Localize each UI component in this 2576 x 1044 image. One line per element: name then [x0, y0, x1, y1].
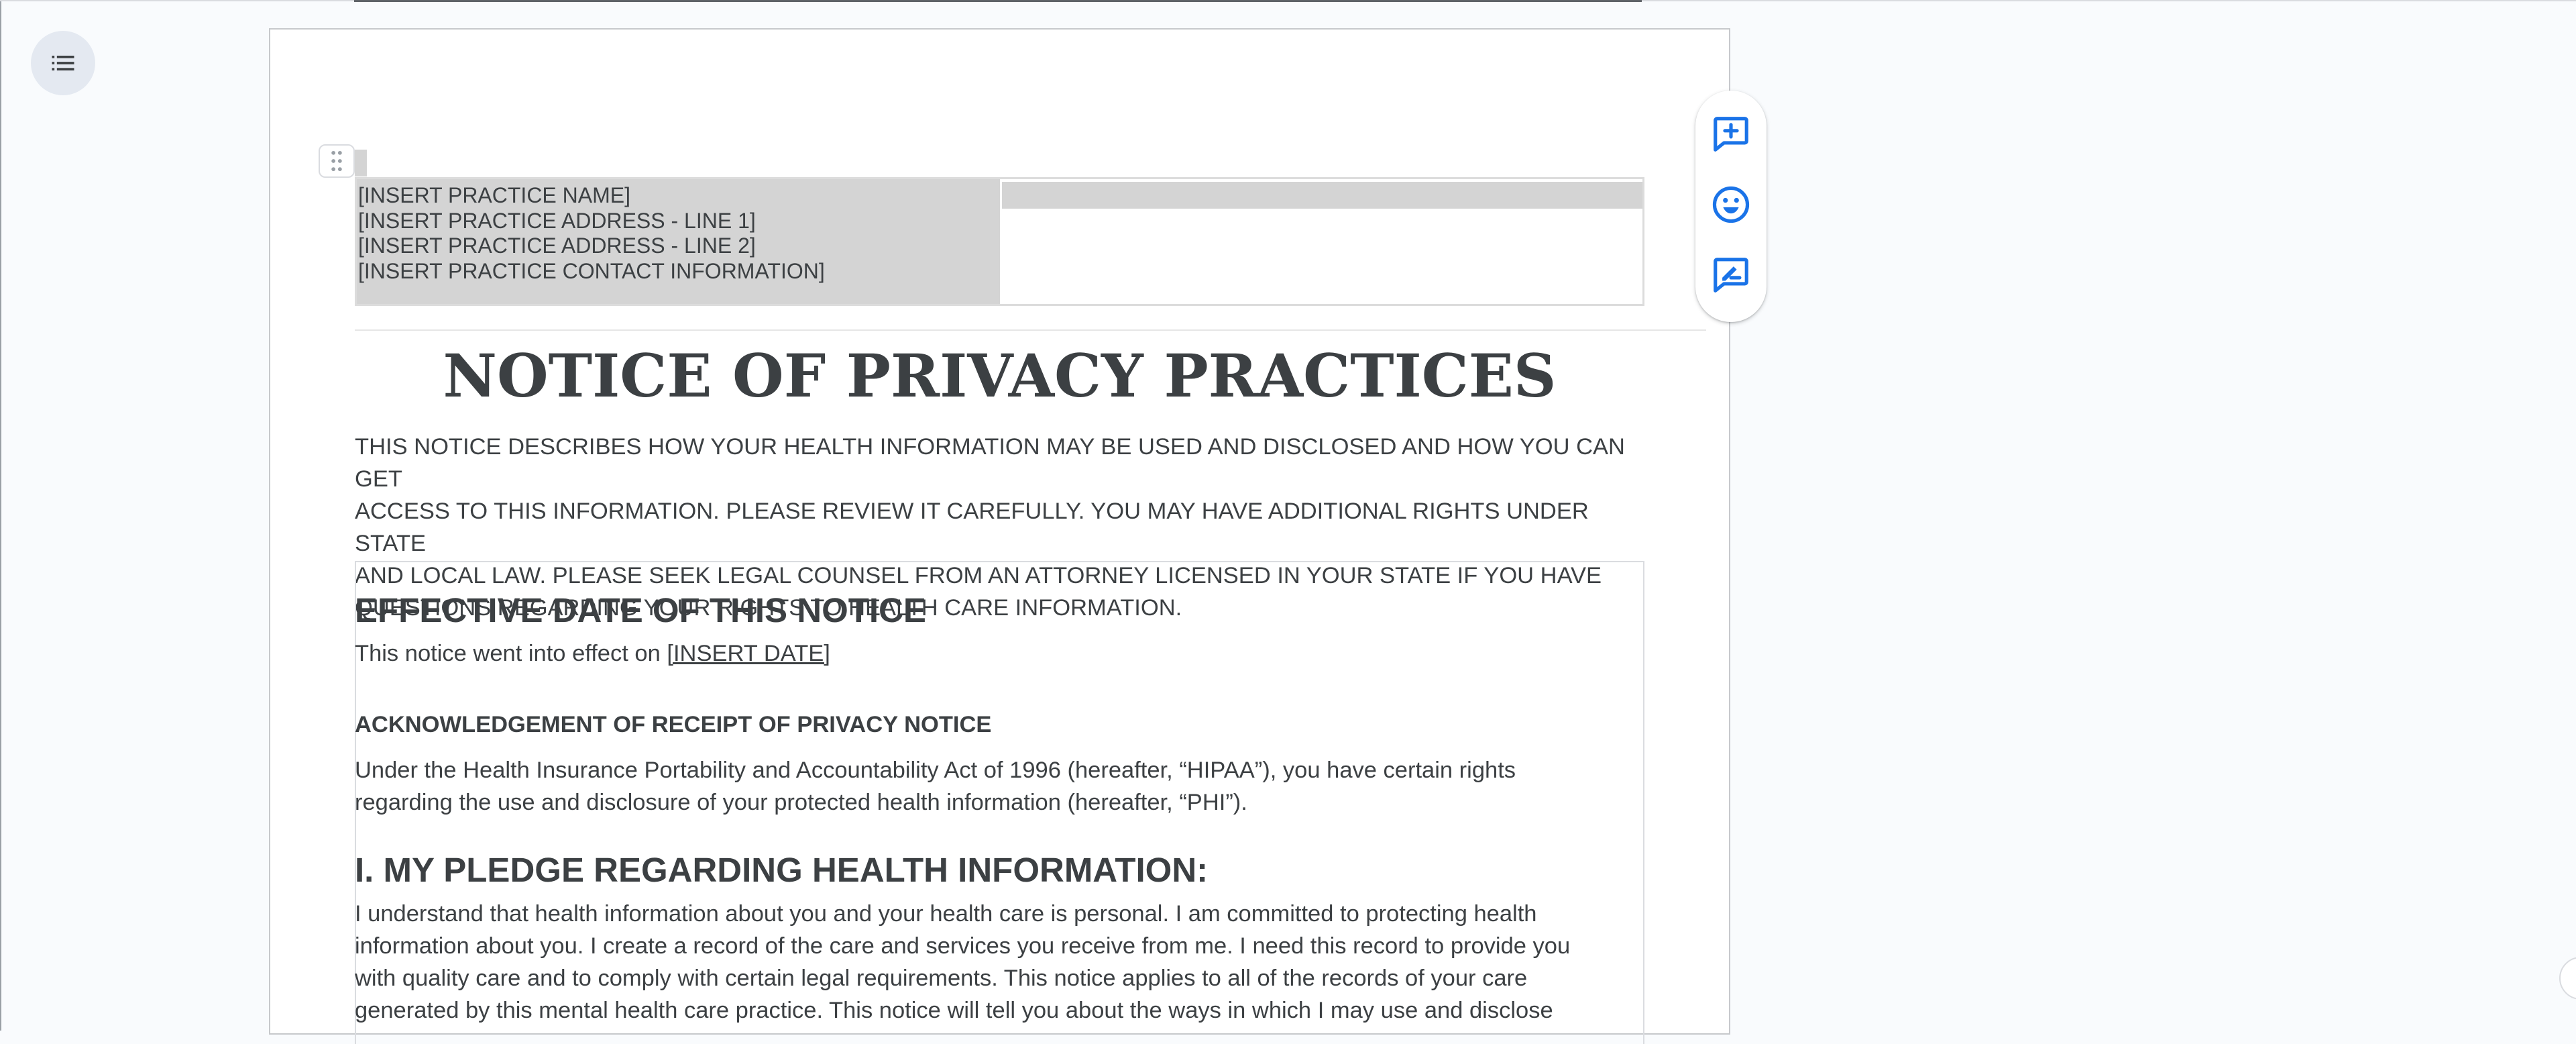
suggest-edits-button[interactable]: [1707, 252, 1754, 298]
practice-contact-info: [INSERT PRACTICE CONTACT INFORMATION]: [358, 258, 825, 283]
side-panel-toggle[interactable]: [2559, 957, 2576, 1000]
hipaa-line: Under the Health Insurance Portability a…: [355, 758, 1516, 783]
drag-dots-icon: [331, 150, 342, 172]
pledge-heading: I. MY PLEDGE REGARDING HEALTH INFORMATIO…: [355, 851, 1209, 889]
effective-date-heading: EFFECTIVE DATE OF THIS NOTICE: [355, 591, 926, 629]
pledge-paragraph: I understand that health information abo…: [355, 898, 1642, 1027]
effective-date-placeholder[interactable]: [INSERT DATE]: [667, 641, 830, 666]
intro-line: THIS NOTICE DESCRIBES HOW YOUR HEALTH IN…: [355, 434, 1625, 492]
effective-date-text: This notice went into effect on [INSERT …: [355, 637, 830, 670]
add-comment-button[interactable]: [1707, 111, 1754, 157]
effective-date-prefix: This notice went into effect on: [355, 641, 667, 666]
pledge-line: with quality care and to comply with cer…: [355, 965, 1528, 991]
pledge-line: I understand that health information abo…: [355, 901, 1537, 927]
floating-action-bar: [1695, 91, 1767, 322]
ruler-edge: [354, 0, 1642, 2]
pledge-line: generated by this mental health care pra…: [355, 998, 1553, 1023]
acknowledgement-heading: ACKNOWLEDGEMENT OF RECEIPT OF PRIVACY NO…: [355, 712, 992, 737]
outline-list-icon: [52, 56, 74, 70]
logo-cell-band: [1002, 182, 1642, 209]
hipaa-line: regarding the use and disclosure of your…: [355, 790, 1247, 815]
emoji-reaction-icon: [1712, 186, 1750, 223]
table-drag-handle[interactable]: [319, 144, 355, 178]
practice-address-line-2: [INSERT PRACTICE ADDRESS - LINE 2]: [358, 233, 756, 258]
pledge-line: information about you. I create a record…: [355, 933, 1571, 959]
practice-name: [INSERT PRACTICE NAME]: [358, 183, 630, 207]
logo-cell[interactable]: [1002, 179, 1642, 304]
intro-line: ACCESS TO THIS INFORMATION. PLEASE REVIE…: [355, 499, 1589, 556]
add-emoji-reaction-button[interactable]: [1707, 181, 1754, 227]
practice-info-cell[interactable]: [INSERT PRACTICE NAME] [INSERT PRACTICE …: [357, 179, 1002, 304]
window-left-edge: [0, 0, 1, 1031]
section-divider: [355, 329, 1706, 331]
table-handle-stub: [355, 150, 367, 176]
document-outline-button[interactable]: [31, 31, 95, 95]
document-title: NOTICE OF PRIVACY PRACTICES: [443, 341, 1557, 411]
add-comment-icon: [1714, 116, 1748, 152]
practice-address-line-1: [INSERT PRACTICE ADDRESS - LINE 1]: [358, 208, 756, 233]
hipaa-paragraph: Under the Health Insurance Portability a…: [355, 754, 1629, 819]
practice-info-table[interactable]: [INSERT PRACTICE NAME] [INSERT PRACTICE …: [355, 177, 1644, 306]
suggest-edits-icon: [1714, 257, 1748, 293]
